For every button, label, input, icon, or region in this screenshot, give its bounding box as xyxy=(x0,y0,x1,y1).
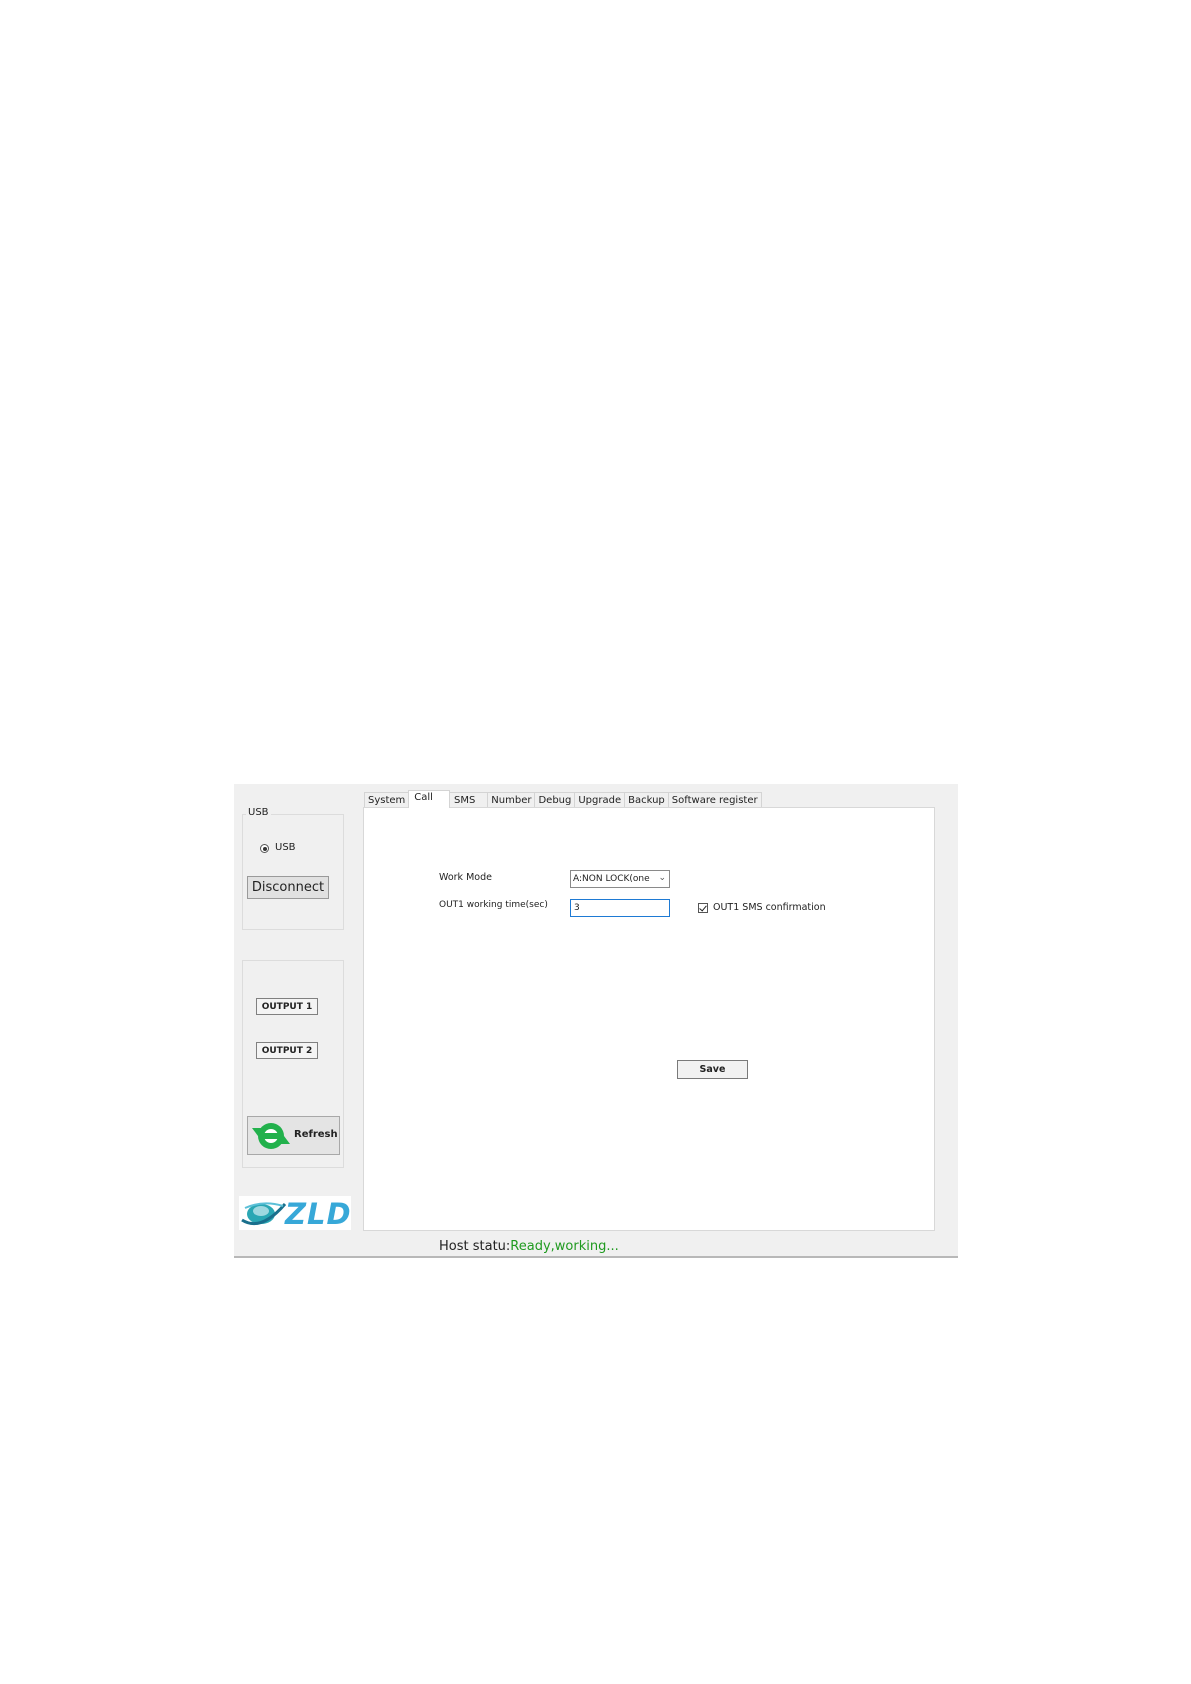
out1-working-time-value: 3 xyxy=(574,903,580,913)
output-1-button[interactable]: OUTPUT 1 xyxy=(256,998,318,1015)
chevron-down-icon: ⌄ xyxy=(658,873,666,883)
zld-logo-text: ZLD xyxy=(285,1197,352,1231)
work-mode-value: A:NON LOCK(one xyxy=(573,874,650,884)
refresh-button[interactable]: Refresh xyxy=(247,1116,340,1155)
status-bar: Host statu:Ready,working... xyxy=(439,1239,619,1254)
disconnect-button[interactable]: Disconnect xyxy=(247,876,329,899)
tab-software-register[interactable]: Software register xyxy=(667,792,762,808)
app-window: USB USB Disconnect OUTPUT 1 OUTPUT 2 Ref… xyxy=(234,784,958,1258)
usb-radio-label: USB xyxy=(275,842,296,853)
refresh-label: Refresh xyxy=(294,1129,338,1140)
zld-logo-icon xyxy=(241,1202,287,1225)
out1-working-time-input[interactable]: 3 xyxy=(570,899,670,917)
output-2-button[interactable]: OUTPUT 2 xyxy=(256,1042,318,1059)
usb-radio[interactable] xyxy=(260,844,269,853)
tab-upgrade[interactable]: Upgrade xyxy=(574,792,626,808)
tab-backup[interactable]: Backup xyxy=(624,792,669,808)
tab-number[interactable]: Number xyxy=(487,792,536,808)
work-mode-select[interactable]: A:NON LOCK(one ⌄ xyxy=(570,870,670,888)
zld-logo: ZLD xyxy=(239,1196,352,1231)
tab-system[interactable]: System xyxy=(364,792,410,808)
out1-sms-confirmation-label: OUT1 SMS confirmation xyxy=(713,902,826,913)
save-button[interactable]: Save xyxy=(677,1060,748,1079)
tab-sms[interactable]: SMS xyxy=(448,792,489,808)
status-value: Ready,working... xyxy=(510,1239,619,1254)
usb-group xyxy=(242,814,344,930)
work-mode-label: Work Mode xyxy=(439,872,492,883)
out1-sms-confirmation-checkbox[interactable] xyxy=(698,903,708,913)
tab-bar: System Call SMS Number Debug Upgrade Bac… xyxy=(364,790,762,808)
usb-group-label: USB xyxy=(246,807,271,818)
tab-debug[interactable]: Debug xyxy=(534,792,576,808)
out1-working-time-label: OUT1 working time(sec) xyxy=(439,900,548,910)
status-label: Host statu: xyxy=(439,1239,511,1254)
call-settings-panel: Work Mode A:NON LOCK(one ⌄ OUT1 working … xyxy=(363,807,935,1231)
tab-call[interactable]: Call xyxy=(408,790,450,808)
refresh-icon xyxy=(252,1123,290,1149)
